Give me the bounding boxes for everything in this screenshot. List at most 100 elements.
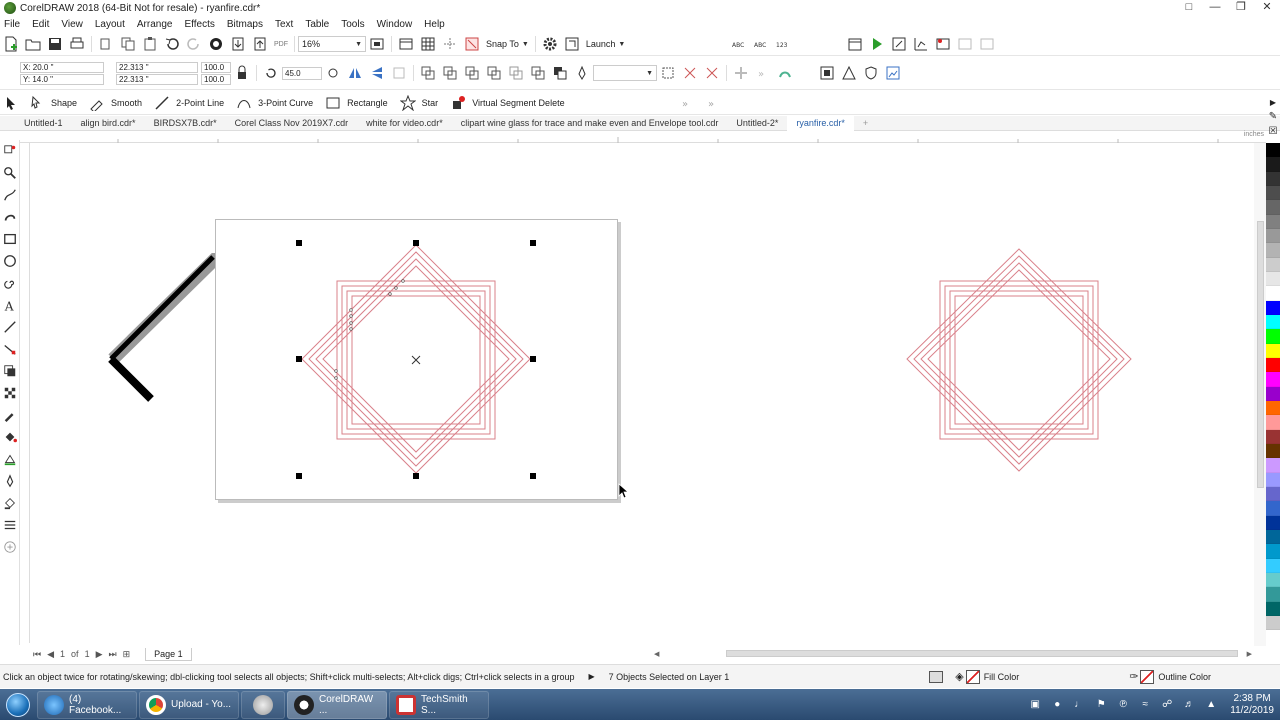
rotation-angle-field[interactable]: 45.0 — [282, 66, 322, 80]
palette-swatch[interactable] — [1266, 601, 1280, 616]
tool-fill[interactable] — [0, 492, 20, 514]
palette-swatch[interactable] — [1266, 572, 1280, 588]
menu-file[interactable]: File — [0, 19, 26, 30]
show-rulers-icon[interactable] — [397, 35, 415, 53]
show-grid-icon[interactable] — [419, 35, 437, 53]
show-guidelines-icon[interactable] — [441, 35, 459, 53]
palette-swatch[interactable] — [1266, 544, 1280, 559]
tool-outline-pen[interactable] — [0, 470, 20, 492]
weld-icon[interactable] — [529, 64, 547, 82]
tool-polygon[interactable] — [0, 272, 20, 294]
spell-check-icon[interactable]: ABC — [752, 35, 770, 53]
rectangle-tool-label[interactable]: Rectangle — [347, 98, 388, 108]
palette-swatch[interactable] — [1266, 558, 1280, 573]
palette-swatch[interactable] — [1266, 529, 1280, 545]
palette-swatch[interactable] — [1266, 443, 1280, 459]
palette-swatch[interactable] — [1266, 329, 1280, 344]
menu-help[interactable]: Help — [418, 19, 451, 30]
three-point-curve-label[interactable]: 3-Point Curve — [258, 98, 313, 108]
chart-icon[interactable] — [912, 35, 930, 53]
previous-page-icon[interactable]: ◀ — [47, 649, 54, 660]
cut-icon[interactable] — [97, 35, 115, 53]
height-field[interactable]: 22.313 " — [116, 73, 198, 85]
snap-off-icon[interactable] — [463, 35, 481, 53]
publish-pdf-button[interactable]: PDF — [274, 41, 288, 48]
search-content-icon[interactable] — [207, 35, 225, 53]
menu-bitmaps[interactable]: Bitmaps — [221, 19, 269, 30]
next-page-icon[interactable]: ▶ — [96, 649, 103, 660]
save-icon[interactable] — [46, 35, 64, 53]
tool-parallel-dimension[interactable] — [0, 316, 20, 338]
shape-tool-icon[interactable] — [28, 94, 46, 112]
taskbar-app[interactable] — [241, 690, 285, 719]
camera-icon[interactable]: ● — [1050, 698, 1064, 712]
scale-height-field[interactable]: 100.0 — [201, 73, 231, 85]
zoom-level-combo[interactable]: 16% ▼ — [298, 36, 366, 52]
palette-swatch[interactable] — [1266, 400, 1280, 416]
horizontal-scrollbar[interactable]: ◀ ▶ — [654, 647, 1256, 660]
palette-swatch[interactable] — [1266, 515, 1280, 530]
clock[interactable]: 2:38 PM 11/2/2019 — [1230, 693, 1274, 717]
scale-width-field[interactable]: 100.0 — [201, 61, 231, 73]
no-fill-swatch[interactable] — [965, 669, 980, 684]
palette-swatch[interactable] — [1266, 143, 1280, 158]
scroll-right-icon[interactable]: ▶ — [1247, 650, 1252, 658]
outline-pen-icon[interactable]: ✑ — [1129, 670, 1138, 683]
pen-outline-icon[interactable] — [573, 64, 591, 82]
duplicate-octagram-shape[interactable] — [893, 235, 1143, 485]
outline-width-combo[interactable]: ▼ — [593, 65, 657, 81]
tool-ellipse[interactable] — [0, 250, 20, 272]
vertical-scrollbar[interactable] — [1254, 143, 1266, 646]
break-apart-icon[interactable] — [507, 64, 525, 82]
page-tab-1[interactable]: Page 1 — [145, 647, 192, 661]
palette-swatch[interactable] — [1266, 587, 1280, 602]
palette-swatch[interactable] — [1266, 486, 1280, 502]
palette-swatch[interactable] — [1266, 357, 1280, 373]
quick-customize-icon[interactable] — [776, 64, 794, 82]
shield-icon[interactable] — [862, 64, 880, 82]
tool-rectangle[interactable] — [0, 228, 20, 250]
restore-icon[interactable]: □ — [1176, 0, 1202, 16]
disabled-tool-icon[interactable] — [956, 35, 974, 53]
smooth-tool-label[interactable]: Smooth — [111, 98, 142, 108]
bitmap-icon[interactable] — [884, 64, 902, 82]
last-page-icon[interactable]: ⏭ — [109, 649, 117, 660]
palette-swatch[interactable] — [1266, 271, 1280, 287]
tab-white-for-video[interactable]: white for video.cdr* — [357, 116, 452, 131]
taskbar-coreldraw[interactable]: CorelDRAW ... — [287, 690, 387, 719]
palette-swatch[interactable] — [1266, 171, 1280, 186]
palette-swatch[interactable] — [1266, 372, 1280, 387]
launch-icon[interactable] — [563, 35, 581, 53]
tool-interactive-fill[interactable] — [0, 426, 20, 448]
menu-view[interactable]: View — [55, 19, 89, 30]
speaker-icon[interactable]: ♬ — [1182, 698, 1196, 712]
expand-docker-icon[interactable]: ▶ — [1270, 98, 1276, 107]
import-icon[interactable] — [229, 35, 247, 53]
palette-swatch[interactable] — [1266, 343, 1280, 358]
launch-button[interactable]: Launch — [586, 39, 616, 49]
horizontal-ruler[interactable]: inches — [18, 131, 1266, 143]
taskbar-upload[interactable]: Upload - Yo... — [139, 690, 239, 719]
calendar-icon[interactable] — [846, 35, 864, 53]
virtual-segment-delete-label[interactable]: Virtual Segment Delete — [472, 98, 564, 108]
expand-status-icon[interactable]: ▶ — [588, 672, 594, 681]
snap-to-button[interactable]: Snap To — [486, 39, 519, 49]
taskbar-facebook[interactable]: (4) Facebook... — [37, 690, 137, 719]
gear-icon[interactable] — [541, 35, 559, 53]
palette-swatch[interactable] — [1266, 386, 1280, 401]
paste-icon[interactable] — [141, 35, 159, 53]
palette-swatch[interactable] — [1266, 415, 1280, 430]
close-button[interactable]: ✕ — [1254, 0, 1280, 16]
palette-swatch[interactable] — [1266, 200, 1280, 215]
no-outline-swatch[interactable] — [1140, 669, 1155, 684]
menu-arrange[interactable]: Arrange — [131, 19, 179, 30]
menu-effects[interactable]: Effects — [178, 19, 220, 30]
menu-layout[interactable]: Layout — [89, 19, 131, 30]
two-point-line-icon[interactable] — [153, 94, 171, 112]
smooth-tool-icon[interactable] — [88, 94, 106, 112]
text-abc-icon[interactable]: ABC — [730, 35, 748, 53]
palette-swatch[interactable] — [1266, 243, 1280, 258]
tool-connector[interactable] — [0, 338, 20, 360]
tool-text[interactable]: A — [0, 294, 20, 316]
palette-swatch[interactable] — [1266, 157, 1280, 172]
